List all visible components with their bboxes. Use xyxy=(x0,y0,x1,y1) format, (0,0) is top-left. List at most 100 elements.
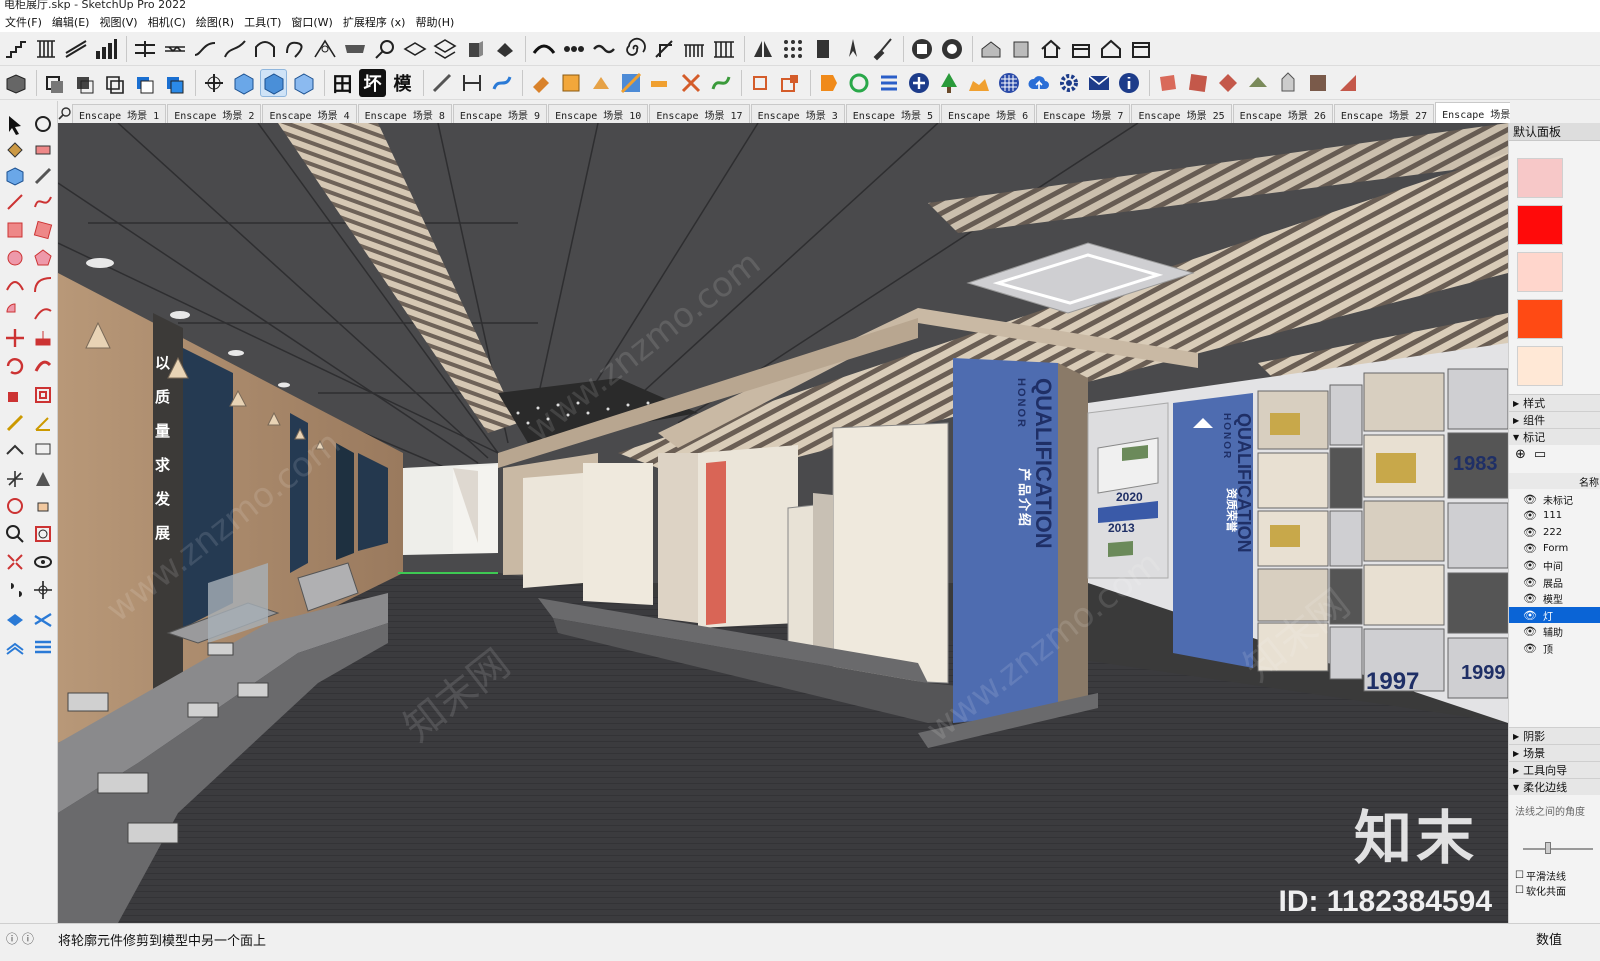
visibility-eye-icon[interactable]: 👁 xyxy=(1523,592,1543,605)
tree-curve-icon[interactable] xyxy=(311,35,338,63)
mail-icon[interactable] xyxy=(1085,69,1112,97)
pattern-icon[interactable] xyxy=(995,69,1022,97)
beam-icon[interactable] xyxy=(131,35,158,63)
soften-slider-thumb[interactable] xyxy=(1545,842,1551,854)
scene-tab[interactable]: Enscape 场景 3 xyxy=(750,104,845,123)
spiral-icon[interactable] xyxy=(620,35,647,63)
house-back-icon[interactable] xyxy=(1127,35,1154,63)
menu-help[interactable]: 帮助(H) xyxy=(410,14,459,30)
tag-row[interactable]: 👁 模型 xyxy=(1509,591,1600,607)
scene-tab[interactable]: Enscape 场景 4 xyxy=(262,104,357,123)
protractor-icon[interactable] xyxy=(30,410,56,436)
section-styles[interactable]: ▶ 样式 xyxy=(1509,394,1600,411)
scene-tab[interactable]: Enscape 场景 26 xyxy=(1232,104,1333,123)
walk-icon[interactable] xyxy=(2,577,28,603)
add-tag-icon[interactable]: ⊕ xyxy=(1515,447,1526,462)
rotate-icon[interactable] xyxy=(2,353,28,379)
settings-icon[interactable] xyxy=(1055,69,1082,97)
scene-tab[interactable]: Enscape 场景 17 xyxy=(649,104,750,123)
follow-me-icon[interactable] xyxy=(30,353,56,379)
scene-tab[interactable]: Enscape 场景 7 xyxy=(1036,104,1131,123)
arc-3-icon[interactable] xyxy=(30,299,56,325)
menu-tools[interactable]: 工具(T) xyxy=(239,14,286,30)
tag-row[interactable]: 👁 111 xyxy=(1509,508,1600,524)
select-plugin-icon[interactable] xyxy=(746,69,773,97)
menu-draw[interactable]: 绘图(R) xyxy=(191,14,239,30)
zoom-extents-icon[interactable] xyxy=(2,549,28,575)
look-around-icon[interactable] xyxy=(30,549,56,575)
color-swatch[interactable] xyxy=(1517,299,1563,339)
visibility-eye-icon[interactable]: 👁 xyxy=(1523,625,1543,638)
menu-view[interactable]: 视图(V) xyxy=(94,14,142,30)
tape-plugin-icon[interactable] xyxy=(647,69,674,97)
columns-icon[interactable] xyxy=(710,35,737,63)
top-view-icon[interactable] xyxy=(260,68,287,97)
arc-2-icon[interactable] xyxy=(30,272,56,298)
scene-tab[interactable]: Enscape 场景 2 xyxy=(167,104,262,123)
layers-2-icon[interactable] xyxy=(431,35,458,63)
dimension-icon[interactable] xyxy=(2,438,28,464)
tag-row[interactable]: 👁 灯 xyxy=(1509,607,1600,624)
zoom-icon[interactable] xyxy=(2,521,28,547)
color-swatch[interactable] xyxy=(1517,346,1563,386)
loop-icon[interactable] xyxy=(281,35,308,63)
extrude-icon[interactable] xyxy=(650,35,677,63)
component-icon[interactable] xyxy=(2,163,28,189)
scene-tab[interactable]: Enscape 场景 5 xyxy=(845,104,940,123)
tag-row[interactable]: 👁 中间 xyxy=(1509,557,1600,573)
section-shadows[interactable]: ▶ 阴影 xyxy=(1509,727,1600,744)
tag-row[interactable]: 👁 222 xyxy=(1509,524,1600,540)
mirror-icon[interactable] xyxy=(749,35,776,63)
pen-curve-icon[interactable] xyxy=(371,35,398,63)
color-swatch[interactable] xyxy=(1517,158,1563,198)
scene-tab[interactable]: Enscape 场景 1 xyxy=(72,104,167,123)
zoom-window-icon[interactable] xyxy=(30,521,56,547)
brush-icon[interactable] xyxy=(869,35,896,63)
comb-icon[interactable] xyxy=(680,35,707,63)
menu-edit[interactable]: 编辑(E) xyxy=(47,14,95,30)
material-6-icon[interactable] xyxy=(1304,69,1331,97)
color-swatch[interactable] xyxy=(1517,205,1563,245)
text-icon[interactable] xyxy=(30,438,56,464)
scene-tab[interactable]: Enscape 场景 28 xyxy=(1435,102,1510,123)
home-front-icon[interactable] xyxy=(1037,35,1064,63)
cube-icon[interactable] xyxy=(461,35,488,63)
chain-icon[interactable] xyxy=(560,35,587,63)
pencil-icon[interactable] xyxy=(2,189,28,215)
door-icon[interactable] xyxy=(809,35,836,63)
polygon-icon[interactable] xyxy=(30,245,56,271)
house-iso-icon[interactable] xyxy=(977,35,1004,63)
menu-camera[interactable]: 相机(C) xyxy=(143,14,191,30)
status-info-icon[interactable]: ⓘ ⓘ xyxy=(6,930,34,947)
follow-icon[interactable] xyxy=(488,69,515,97)
color-swatch[interactable] xyxy=(1517,252,1563,292)
tag-row[interactable]: 👁 Form xyxy=(1509,541,1600,557)
tape-icon[interactable] xyxy=(30,163,56,189)
search-icon[interactable] xyxy=(58,102,72,123)
component-icon[interactable] xyxy=(2,69,29,97)
section-icon[interactable] xyxy=(30,466,56,492)
visibility-eye-icon[interactable]: 👁 xyxy=(1523,542,1543,555)
grid-plugin-button[interactable]: 田 xyxy=(329,69,356,97)
axes-icon[interactable] xyxy=(2,466,28,492)
checkbox-icon[interactable]: ☐ xyxy=(1515,885,1524,896)
break-plugin-button[interactable]: 坏 xyxy=(359,68,386,97)
orbit-2-icon[interactable] xyxy=(2,493,28,519)
enscape-views-icon[interactable] xyxy=(875,69,902,97)
menu-extensions[interactable]: 扩展程序 (x) xyxy=(338,14,411,30)
array-icon[interactable] xyxy=(779,35,806,63)
tape-measure-icon[interactable] xyxy=(2,410,28,436)
visibility-eye-icon[interactable]: 👁 xyxy=(1523,642,1543,655)
circle-icon[interactable] xyxy=(2,245,28,271)
paint-icon[interactable] xyxy=(491,35,518,63)
curve-tool-icon[interactable] xyxy=(191,35,218,63)
soften-slider[interactable] xyxy=(1523,848,1593,850)
paint-bucket-icon[interactable] xyxy=(2,136,28,162)
tag-row[interactable]: 👁 辅助 xyxy=(1509,624,1600,640)
select-plugin-2-icon[interactable] xyxy=(776,69,803,97)
shaded-icon[interactable] xyxy=(161,69,188,97)
camera-dial-icon[interactable] xyxy=(938,35,965,63)
tag-folder-icon[interactable]: ▭ xyxy=(1534,447,1546,462)
dimension-icon[interactable] xyxy=(458,69,485,97)
material-5-icon[interactable] xyxy=(1274,69,1301,97)
